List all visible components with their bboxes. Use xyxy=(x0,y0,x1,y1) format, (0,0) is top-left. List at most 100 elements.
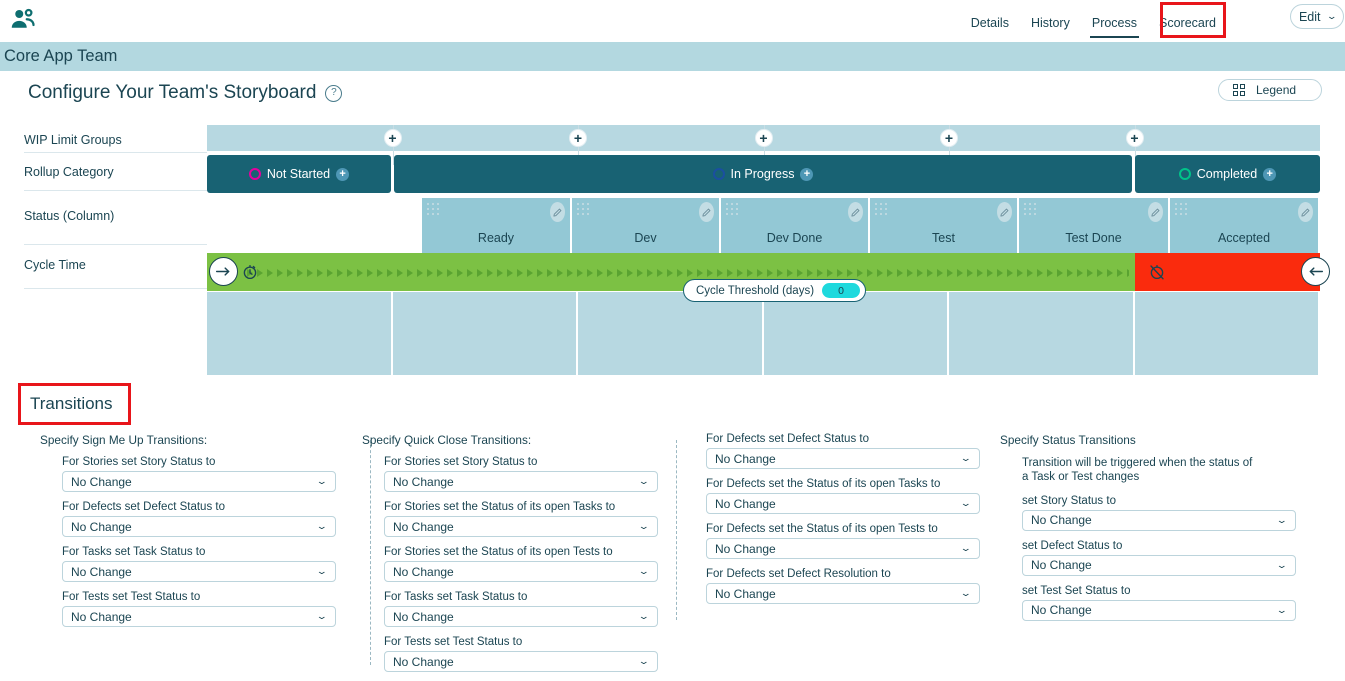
cycle-threshold-value[interactable]: 0 xyxy=(822,283,861,298)
status-column-accepted[interactable]: Accepted xyxy=(1170,198,1320,253)
chevron-down-icon: ⌄ xyxy=(316,566,329,576)
cycle-arrow-icon xyxy=(827,268,833,277)
edit-button[interactable]: Edit ⌄ xyxy=(1290,4,1344,29)
cycle-arrow-icon xyxy=(377,268,383,277)
cycle-arrow-icon xyxy=(637,268,643,277)
swimlane-cell[interactable] xyxy=(207,292,393,375)
team-members-icon[interactable] xyxy=(8,4,38,34)
cycle-arrow-icon xyxy=(327,268,333,277)
edit-status-pencil-icon[interactable] xyxy=(848,202,863,222)
swimlane-cell[interactable] xyxy=(1134,292,1320,375)
tab-process[interactable]: Process xyxy=(1081,14,1148,38)
cycle-arrow-icon xyxy=(427,268,433,277)
cycle-arrow-icon xyxy=(267,268,273,277)
status-column-test-done[interactable]: Test Done xyxy=(1019,198,1170,253)
chevron-down-icon: ⌄ xyxy=(638,476,651,486)
transition-select[interactable]: No Change ⌄ xyxy=(706,493,980,514)
add-status-button[interactable]: + xyxy=(1263,167,1277,181)
edit-status-pencil-icon[interactable] xyxy=(550,202,565,222)
add-wip-limit-group-button[interactable]: + xyxy=(569,129,587,147)
clock-icon xyxy=(241,263,259,286)
transition-select[interactable]: No Change ⌄ xyxy=(62,606,336,627)
transition-select[interactable]: No Change ⌄ xyxy=(384,561,658,582)
cycle-end-handle[interactable] xyxy=(1301,257,1330,286)
field-label: For Stories set the Status of its open T… xyxy=(384,501,616,513)
edit-status-pencil-icon[interactable] xyxy=(1148,202,1163,222)
field-label: For Tasks set Task Status to xyxy=(62,546,206,558)
cycle-arrow-icon xyxy=(1067,268,1073,277)
team-name-band: Core App Team xyxy=(0,42,1345,71)
rollup-category-completed[interactable]: Completed + xyxy=(1135,155,1320,193)
status-column-ready[interactable]: Ready xyxy=(422,198,572,253)
drag-handle-icon[interactable] xyxy=(427,203,440,216)
transition-select[interactable]: No Change ⌄ xyxy=(62,561,336,582)
edit-status-pencil-icon[interactable] xyxy=(1298,202,1313,222)
chevron-down-icon: ⌄ xyxy=(1276,514,1289,525)
edit-status-pencil-icon[interactable] xyxy=(997,202,1012,222)
transition-select[interactable]: No Change ⌄ xyxy=(706,448,980,469)
add-status-button[interactable]: + xyxy=(336,167,350,181)
cycle-arrow-icon xyxy=(887,268,893,277)
edit-status-pencil-icon[interactable] xyxy=(699,202,714,222)
storyboard-swimlane-row xyxy=(207,292,1320,375)
transitions-header-label: Transitions xyxy=(30,394,113,413)
status-column-dev-done[interactable]: Dev Done xyxy=(721,198,870,253)
status-column-test[interactable]: Test xyxy=(870,198,1019,253)
transition-select[interactable]: No Change ⌄ xyxy=(384,516,658,537)
transition-select[interactable]: No Change ⌄ xyxy=(706,538,980,559)
cycle-arrow-icon xyxy=(847,268,853,277)
chevron-down-icon: ⌄ xyxy=(638,521,651,531)
add-wip-limit-group-button[interactable]: + xyxy=(754,129,773,147)
add-wip-limit-group-button[interactable]: + xyxy=(940,129,958,147)
status-column-dev[interactable]: Dev xyxy=(572,198,721,253)
chevron-down-icon: ⌄ xyxy=(960,588,973,598)
transitions-column-quick-close: Specify Quick Close Transitions: For Stor… xyxy=(362,433,658,681)
transition-select[interactable]: No Change ⌄ xyxy=(706,583,980,604)
cycle-arrow-icon xyxy=(397,268,403,277)
rollup-category-in-progress[interactable]: In Progress + xyxy=(394,155,1132,193)
transition-select[interactable]: No Change ⌄ xyxy=(1022,554,1296,576)
storyboard-configurator: WIP Limit Groups Rollup Category Status … xyxy=(0,120,1345,375)
transition-select[interactable]: No Change ⌄ xyxy=(384,606,658,627)
transition-select[interactable]: No Change ⌄ xyxy=(1022,599,1296,621)
transition-select[interactable]: No Change ⌄ xyxy=(62,471,336,492)
transitions-note: Transition will be triggered when the st… xyxy=(1022,457,1253,484)
cycle-arrow-icon xyxy=(497,268,503,277)
help-icon[interactable]: ? xyxy=(325,84,343,102)
top-bar: Details History Process Scorecard Edit ⌄ xyxy=(0,0,1345,42)
drag-handle-icon[interactable] xyxy=(1175,203,1188,216)
transitions-group-heading: Specify Sign Me Up Transitions: xyxy=(40,433,208,447)
rollup-category-not-started[interactable]: Not Started + xyxy=(207,155,391,193)
cycle-arrow-icon xyxy=(677,268,683,277)
transition-select[interactable]: No Change ⌄ xyxy=(62,516,336,537)
transition-select-value: No Change xyxy=(1031,603,1092,618)
drag-handle-icon[interactable] xyxy=(875,203,888,216)
cycle-arrow-icon xyxy=(487,268,493,277)
cycle-arrow-icon xyxy=(557,268,563,277)
drag-handle-icon[interactable] xyxy=(726,203,739,216)
drag-handle-icon[interactable] xyxy=(577,203,590,216)
cycle-arrow-icon xyxy=(667,268,673,277)
cycle-start-handle[interactable] xyxy=(209,257,238,286)
legend-button[interactable]: Legend xyxy=(1218,79,1322,101)
add-status-button[interactable]: + xyxy=(800,167,814,181)
transition-select[interactable]: No Change ⌄ xyxy=(1022,509,1296,531)
cycle-arrow-icon xyxy=(297,268,303,277)
swimlane-cell[interactable] xyxy=(392,292,578,375)
transition-select[interactable]: No Change ⌄ xyxy=(384,651,658,672)
cycle-arrow-icon xyxy=(807,268,813,277)
cycle-arrow-icon xyxy=(287,268,293,277)
cycle-arrow-icon xyxy=(277,268,283,277)
add-wip-limit-group-button[interactable]: + xyxy=(383,129,402,147)
add-wip-limit-group-button[interactable]: + xyxy=(1125,129,1144,147)
tab-history[interactable]: History xyxy=(1020,14,1081,32)
drag-handle-icon[interactable] xyxy=(1024,203,1037,216)
field-label: set Test Set Status to xyxy=(1022,584,1131,597)
cycle-threshold-control[interactable]: Cycle Threshold (days) 0 xyxy=(683,279,867,302)
swimlane-cell[interactable] xyxy=(949,292,1135,375)
swimlane-cell[interactable] xyxy=(578,292,764,375)
tab-details[interactable]: Details xyxy=(960,14,1020,32)
transition-select[interactable]: No Change ⌄ xyxy=(384,471,658,492)
swimlane-cell[interactable] xyxy=(763,292,949,375)
cycle-arrow-icon xyxy=(727,268,733,277)
